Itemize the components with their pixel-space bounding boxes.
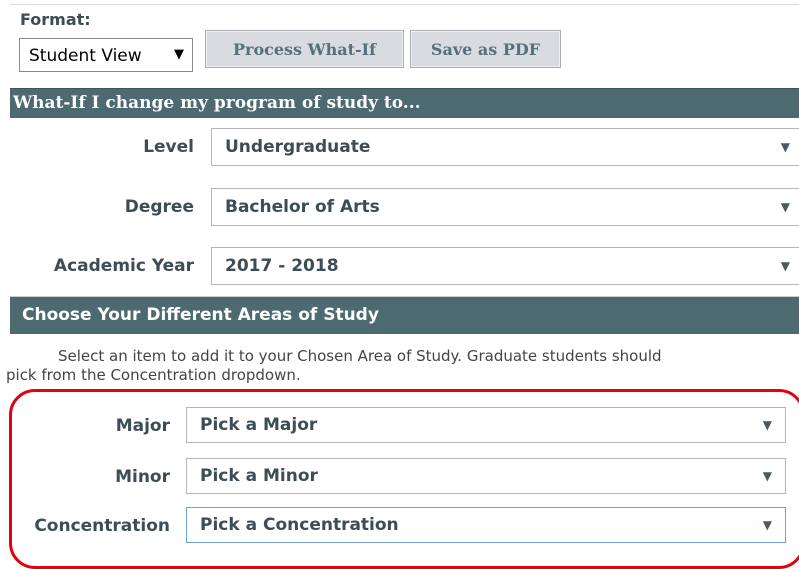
level-value: Undergraduate	[225, 137, 371, 157]
format-selected-value: Student View	[29, 46, 142, 66]
major-dropdown[interactable]: Pick a Major ▼	[186, 407, 786, 443]
help-line-2: pick from the Concentration dropdown.	[6, 366, 301, 384]
major-label: Major	[115, 416, 170, 436]
concentration-value: Pick a Concentration	[200, 515, 399, 535]
academic-year-label: Academic Year	[53, 256, 194, 276]
chevron-down-icon: ▼	[762, 418, 772, 432]
concentration-dropdown[interactable]: Pick a Concentration ▼	[186, 507, 786, 543]
chevron-down-icon: ▼	[780, 140, 790, 154]
degree-dropdown[interactable]: Bachelor of Arts ▼	[211, 188, 799, 226]
format-select[interactable]: Student View ▼	[19, 38, 193, 72]
chevron-down-icon: ▼	[174, 47, 184, 62]
chevron-down-icon: ▼	[762, 469, 772, 483]
academic-year-value: 2017 - 2018	[225, 256, 339, 276]
section-header-program: What-If I change my program of study to.…	[10, 88, 799, 118]
level-dropdown[interactable]: Undergraduate ▼	[211, 128, 799, 166]
top-divider	[10, 4, 799, 5]
section-header-areas: Choose Your Different Areas of Study	[10, 296, 799, 334]
process-what-if-button[interactable]: Process What-If	[205, 30, 404, 68]
minor-dropdown[interactable]: Pick a Minor ▼	[186, 458, 786, 494]
chevron-down-icon: ▼	[780, 259, 790, 273]
academic-year-dropdown[interactable]: 2017 - 2018 ▼	[211, 247, 799, 285]
degree-value: Bachelor of Arts	[225, 197, 380, 217]
minor-value: Pick a Minor	[200, 466, 318, 486]
concentration-label: Concentration	[34, 516, 170, 536]
save-as-pdf-button[interactable]: Save as PDF	[410, 30, 561, 68]
areas-help-text: Select an item to add it to your Chosen …	[6, 347, 799, 385]
format-label: Format:	[20, 10, 91, 29]
degree-label: Degree	[124, 197, 194, 217]
level-label: Level	[143, 137, 194, 157]
chevron-down-icon: ▼	[780, 200, 790, 214]
major-value: Pick a Major	[200, 415, 318, 435]
minor-label: Minor	[115, 467, 170, 487]
help-line-1: Select an item to add it to your Chosen …	[58, 347, 662, 365]
chevron-down-icon: ▼	[762, 518, 772, 532]
